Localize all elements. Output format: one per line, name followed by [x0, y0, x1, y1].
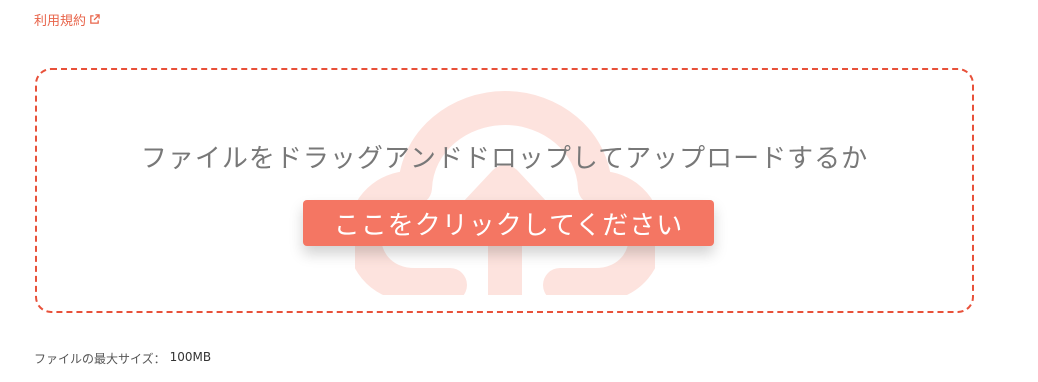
file-dropzone[interactable]: ファイルをドラッグアンドドロップしてアップロードするか ここをクリックしてくださ… [35, 68, 974, 313]
upload-page: 利用規約 ファイルをドラッグアンドドロップしてアップロードするか ここをクリック… [0, 0, 1038, 382]
terms-link[interactable]: 利用規約 [34, 13, 100, 31]
cloud-upload-icon [355, 91, 655, 295]
terms-link-label: 利用規約 [34, 14, 87, 29]
max-size-value: 100MB [169, 350, 212, 364]
drop-instruction-text: ファイルをドラッグアンドドロップしてアップロードするか [140, 144, 869, 174]
external-link-icon [90, 13, 100, 24]
max-size-label: ファイルの最大サイズ： [34, 352, 166, 366]
max-file-size: ファイルの最大サイズ： 100MB [34, 350, 211, 367]
select-file-button[interactable]: ここをクリックしてください [303, 200, 714, 246]
